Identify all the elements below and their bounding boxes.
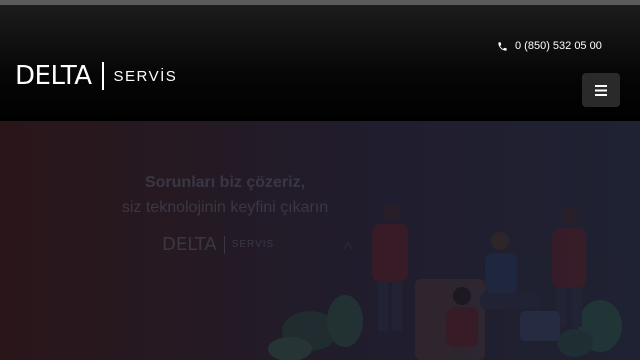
hero-logo-subtitle: SERVİS [231,239,275,250]
phone-number: 0 (850) 532 05 00 [515,40,602,52]
hero-logo-name: DELTA [162,234,217,255]
phone-icon [498,41,507,51]
logo-name: DELTA [15,61,92,91]
hero-subheadline: siz teknolojinin keyfini çıkarın [121,199,329,216]
site-header: DELTA SERVİS 0 (850) 532 05 00 [0,5,640,121]
logo-wordmark: DELTA [15,63,92,89]
site-logo[interactable]: DELTA SERVİS [15,60,177,92]
hero-illustration [268,204,622,360]
logo-divider [101,62,104,90]
hero-logo: DELTA SERVİS [162,234,274,255]
logo-subtitle: SERVİS [113,67,178,85]
hero-logo-divider [223,235,225,254]
hamburger-menu-icon [595,84,607,96]
header-phone[interactable]: 0 (850) 532 05 00 [497,38,602,54]
menu-toggle-button[interactable] [582,73,620,107]
hero-headline: Sorunları biz çözeriz, [144,174,306,191]
hero-banner[interactable]: Sorunları biz çözeriz, siz teknolojinin … [0,121,640,360]
